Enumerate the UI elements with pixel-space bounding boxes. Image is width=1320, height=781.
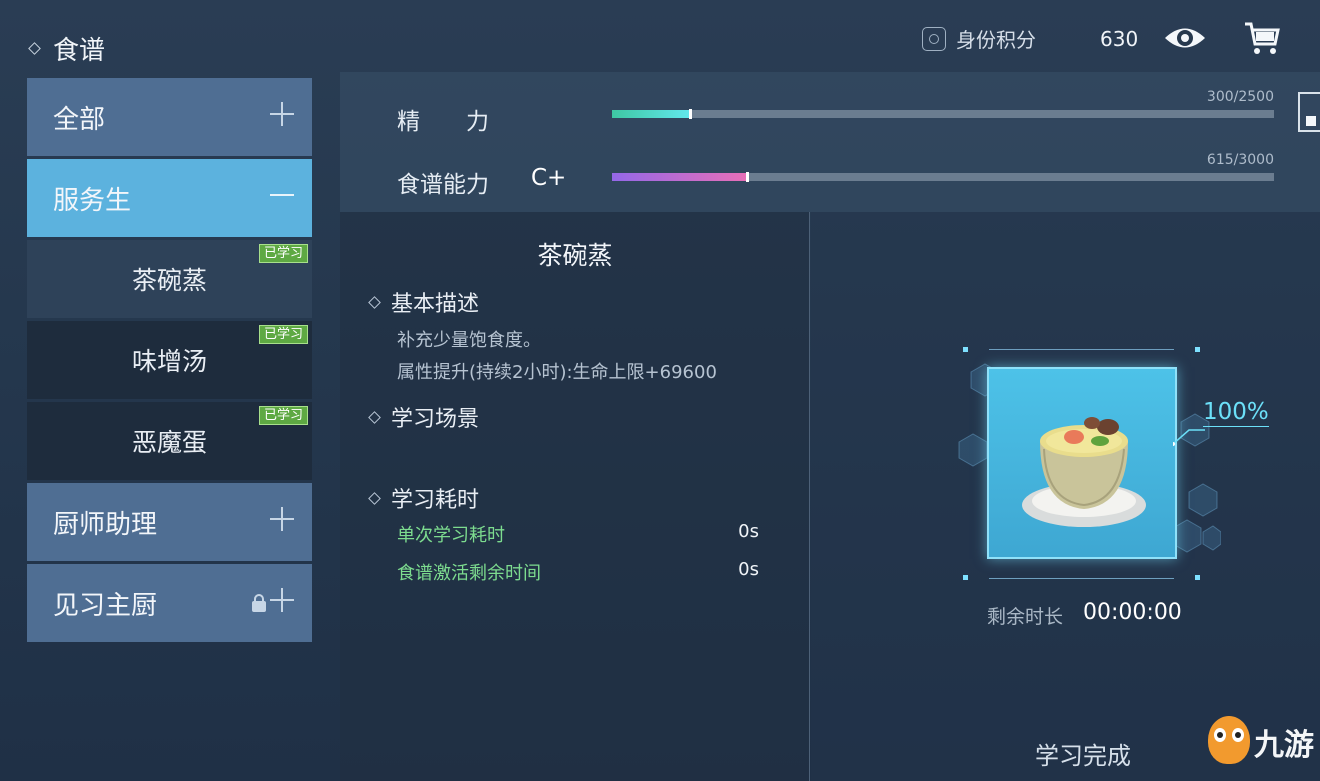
- energy-bar-cap: [689, 109, 693, 119]
- recipe-item-deviled-egg[interactable]: 恶魔蛋 已学习: [27, 402, 312, 480]
- category-label: 服务生: [53, 185, 132, 216]
- learning-progress: 100%: [1203, 399, 1269, 427]
- category-sidebar: 全部 服务生 茶碗蒸 已学习 味增汤 已学习 恶魔蛋 已学习 厨师助理 见习主厨: [27, 78, 312, 645]
- identity-points-label: 身份积分: [956, 28, 1036, 52]
- recipe-detail-panel: 茶碗蒸 基本描述 补充少量饱食度。 属性提升(持续2小时):生命上限+69600…: [340, 212, 810, 781]
- desc-line-2: 属性提升(持续2小时):生命上限+69600: [397, 362, 717, 383]
- top-bar: 食谱 身份积分 630: [0, 0, 1320, 72]
- recipe-ability-value: 615/3000: [1206, 152, 1274, 168]
- lock-icon: [252, 594, 266, 612]
- remaining-time-label: 剩余时长: [987, 606, 1064, 628]
- chawanmushi-image: [1022, 417, 1146, 527]
- category-label: 厨师助理: [53, 509, 158, 540]
- energy-label: 精 力: [397, 109, 489, 135]
- cart-icon: [1245, 22, 1280, 54]
- side-panel-tab-icon[interactable]: [1298, 92, 1320, 132]
- activation-time-value: 0s: [738, 559, 759, 580]
- basic-desc-heading: 基本描述: [368, 286, 480, 318]
- scene-heading-text: 学习场景: [391, 407, 480, 432]
- plus-icon: [270, 102, 294, 126]
- recipe-label: 恶魔蛋: [131, 428, 207, 457]
- recipe-ability-label: 食谱能力: [397, 172, 489, 198]
- energy-bar-fill: [612, 110, 692, 118]
- learn-complete-button[interactable]: 学习完成: [1035, 736, 1131, 771]
- cart-button[interactable]: [1240, 16, 1284, 60]
- diamond-icon: [368, 295, 381, 309]
- diamond-icon: [368, 410, 381, 424]
- plus-icon: [270, 588, 294, 612]
- category-label: 见习主厨: [53, 590, 158, 621]
- activation-time-label: 食谱激活剩余时间: [397, 563, 541, 584]
- watermark-logo: 九游: [1204, 710, 1320, 770]
- remaining-time-value: 00:00:00: [1083, 600, 1182, 625]
- single-time-label: 单次学习耗时: [397, 525, 505, 546]
- category-waiter[interactable]: 服务生: [27, 159, 312, 237]
- identity-points: 身份积分: [922, 24, 1036, 53]
- recipe-item-miso-soup[interactable]: 味增汤 已学习: [27, 321, 312, 399]
- category-all[interactable]: 全部: [27, 78, 312, 156]
- single-time-value: 0s: [738, 521, 759, 542]
- basic-desc-heading-text: 基本描述: [391, 292, 480, 317]
- eye-button[interactable]: [1163, 16, 1207, 60]
- identity-points-value: 630: [1100, 27, 1139, 51]
- category-chef-assistant[interactable]: 厨师助理: [27, 483, 312, 561]
- dish-name: 茶碗蒸: [537, 241, 613, 270]
- learned-badge: 已学习: [258, 244, 308, 263]
- energy-value: 300/2500: [1206, 89, 1274, 105]
- learned-badge: 已学习: [258, 325, 308, 344]
- mascot-icon: [1208, 716, 1250, 764]
- recipe-ability-bar-cap: [745, 172, 749, 182]
- recipe-ability-bar: [612, 172, 1274, 182]
- recipe-item-chawanmushi[interactable]: 茶碗蒸 已学习: [27, 240, 312, 318]
- recipe-ability-bar-fill: [612, 173, 748, 181]
- identity-icon: [922, 26, 946, 51]
- minus-icon: [270, 183, 294, 207]
- dish-image-frame: [987, 367, 1177, 559]
- plus-icon: [270, 507, 294, 531]
- category-trainee-chef[interactable]: 见习主厨: [27, 564, 312, 642]
- energy-bar: [612, 109, 1274, 119]
- time-heading-text: 学习耗时: [391, 488, 480, 513]
- scene-heading: 学习场景: [368, 401, 480, 433]
- recipe-label: 味增汤: [131, 347, 207, 376]
- diamond-icon: [28, 42, 41, 55]
- time-heading: 学习耗时: [368, 482, 480, 514]
- desc-line-1: 补充少量饱食度。: [397, 330, 541, 351]
- page-title: 食谱: [53, 36, 106, 66]
- progress-pointer-line: [1173, 429, 1205, 446]
- watermark-text: 九游: [1254, 728, 1314, 763]
- page-title-group: 食谱: [28, 30, 106, 67]
- recipe-ability-grade: C+: [531, 165, 567, 191]
- learned-badge: 已学习: [258, 406, 308, 425]
- recipe-label: 茶碗蒸: [131, 266, 207, 295]
- stats-panel: 精 力 300/2500 食谱能力 C+ 615/3000: [340, 72, 1320, 212]
- eye-icon: [1165, 28, 1205, 48]
- diamond-icon: [368, 491, 381, 505]
- category-label: 全部: [53, 104, 106, 135]
- recipe-preview-panel: 100% 剩余时长 00:00:00 学习完成: [811, 212, 1320, 781]
